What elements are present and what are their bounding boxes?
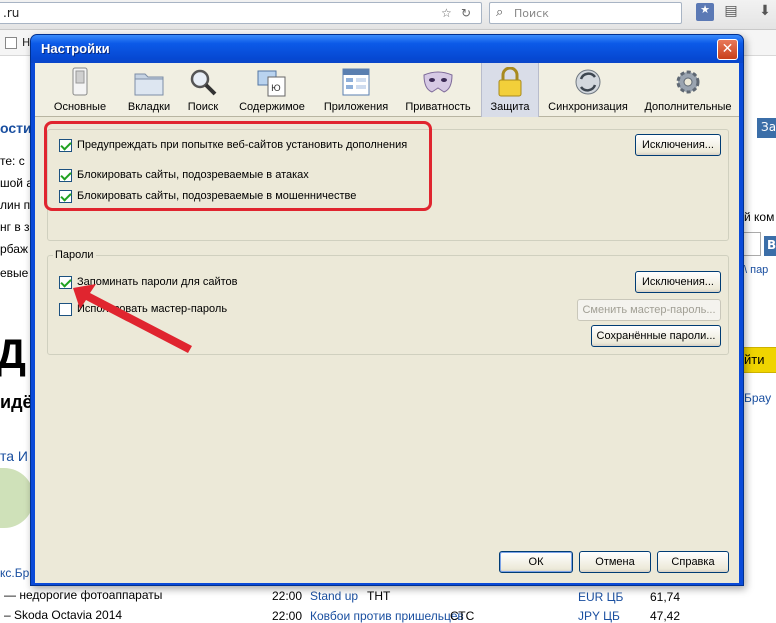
search-icon: ⌕ [496,5,504,20]
ok-button[interactable]: ОК [499,551,573,573]
bg-tv-time: 22:00 [272,589,303,603]
bg-line: шой а [0,176,34,190]
reload-icon[interactable]: ↻ [461,6,471,20]
bg-find-text: йти [744,352,765,367]
master-password-label: Использовать мастер-пароль [77,303,228,315]
search-bar[interactable]: ⌕ Поиск [489,2,682,24]
remember-passwords-checkbox[interactable] [59,276,72,289]
cancel-button[interactable]: Отмена [579,551,651,573]
mask-icon [423,71,453,93]
tab-general[interactable]: Основные [49,63,111,117]
bg-rate: 61,74 [650,590,681,604]
bg-right-tab[interactable]: За [757,118,776,138]
tab-label: Вкладки [127,101,171,113]
bg-currency[interactable]: JPY ЦБ [578,609,620,623]
tab-privacy[interactable]: Приватность [401,63,475,117]
tab-tabs[interactable]: Вкладки [121,63,177,117]
tab-security[interactable]: Защита [481,63,539,117]
gear-icon [676,70,700,94]
close-icon[interactable]: ✕ [717,39,738,60]
tab-label: Синхронизация [548,101,628,113]
change-master-password-button[interactable]: Сменить мастер-пароль... [577,299,721,321]
magnifier-icon [190,69,217,96]
sync-icon [575,69,601,95]
switch-icon [72,67,88,96]
bg-tv-channel: СТС [450,609,475,623]
bg-tv-time: 22:00 [272,609,303,623]
master-password-checkbox[interactable] [59,303,72,316]
content-icon: Ю [257,70,286,97]
applications-icon [342,68,370,96]
clipboard-icon[interactable]: ▤ [722,3,740,21]
bg-heading: ости [0,120,32,136]
url-text: .ru [3,6,20,20]
dialog-title: Настройки [41,41,110,56]
tab-applications[interactable]: Приложения [317,63,395,117]
bg-line: евые [0,266,29,280]
bg-right-button[interactable]: В [764,236,776,256]
star-bookmark-icon[interactable]: ☆ [441,6,452,20]
remember-passwords-label: Запоминать пароли для сайтов [77,276,238,288]
help-button[interactable]: Справка [657,551,729,573]
bg-tv-show[interactable]: Stand up [310,589,358,603]
tab-label: Приватность [405,101,471,113]
bg-line: нг в з [0,220,30,234]
bookmark-menu-icon[interactable]: ★ [696,3,714,21]
search-placeholder: Поиск [514,7,549,20]
tab-advanced[interactable]: Дополнительные [641,63,735,117]
browser-toolbar: .ru ☆ ↻ ⌕ Поиск ★ ▤ ⬇ [0,0,776,30]
bg-tv-channel: ТНТ [367,589,391,603]
bg-brand-link[interactable]: кс.Бр [0,566,29,580]
bg-rate: 47,42 [650,609,681,623]
bg-map-graphic [0,468,34,528]
bg-right-text: й ком [744,210,775,224]
bg-currency[interactable]: EUR ЦБ [578,590,623,604]
password-exceptions-button[interactable]: Исключения... [635,271,721,293]
tab-search[interactable]: Поиск [181,63,225,117]
tab-label: Приложения [323,101,389,113]
bookmark-favicon-icon [5,37,17,49]
bg-tv-show[interactable]: Ковбои против пришельцев [310,609,464,623]
addon-exceptions-button[interactable]: Исключения... [635,134,721,156]
folder-tabs-icon [134,73,164,96]
url-bar[interactable]: .ru ☆ ↻ [0,2,482,24]
passwords-group-title: Пароли [53,249,96,261]
settings-dialog: Настройки ✕ Основные Вкладки Поиск Ю Сод… [30,34,744,586]
tab-label: Поиск [187,101,219,113]
bg-brau-link[interactable]: Брау [744,391,771,405]
bg-line: рбаж [0,242,28,256]
tab-sync[interactable]: Синхронизация [545,63,631,117]
tab-label: Дополнительные [644,101,732,113]
annotation-highlight-box [44,121,432,211]
bg-right-input[interactable] [741,232,761,256]
tab-label: Защита [490,101,530,113]
dialog-titlebar[interactable]: Настройки ✕ [31,35,743,63]
tab-content[interactable]: Ю Содержимое [235,63,309,117]
bg-news-item[interactable]: — недорогие фотоаппараты [4,588,162,602]
tab-label: Содержимое [239,101,305,113]
bg-link[interactable]: та И [0,448,28,464]
padlock-icon [498,67,522,97]
bg-logo-letter: Д [0,330,26,377]
saved-passwords-button[interactable]: Сохранённые пароли... [591,325,721,347]
download-arrow-icon[interactable]: ⬇ [756,3,774,21]
bg-right-link[interactable]: \ пар [744,264,768,276]
bg-line: лин п [0,198,31,212]
tab-label: Основные [53,101,107,113]
category-bar: Основные Вкладки Поиск Ю Содержимое Прил… [35,63,739,117]
svg-text:Ю: Ю [271,84,281,94]
bg-line: те: с [0,154,25,168]
